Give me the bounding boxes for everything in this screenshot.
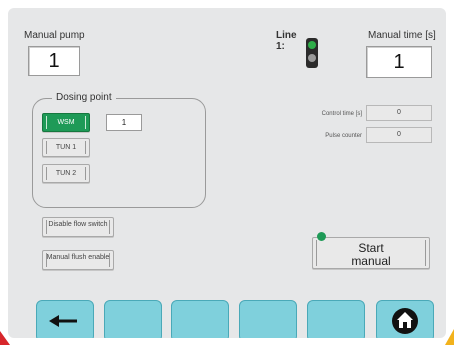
nav-button-3[interactable]: [171, 300, 229, 338]
manual-pump-value[interactable]: 1: [28, 46, 80, 76]
dosing-tun1-button[interactable]: TUN 1: [42, 138, 90, 157]
manual-time-value[interactable]: 1: [366, 46, 432, 78]
corner-yellow-marker: [445, 329, 454, 345]
pulse-counter-value: 0: [366, 127, 432, 143]
nav-button-4[interactable]: [239, 300, 297, 338]
manual-time-label: Manual time [s]: [368, 30, 436, 41]
dosing-point-title: Dosing point: [52, 92, 116, 103]
corner-red-marker: [0, 331, 10, 345]
traffic-light-icon: [306, 38, 318, 68]
control-time-label: Control time [s]: [321, 111, 362, 117]
dosing-tun2-button[interactable]: TUN 2: [42, 164, 90, 183]
home-icon: [392, 308, 418, 334]
back-button[interactable]: [36, 300, 94, 338]
control-time-value: 0: [366, 105, 432, 121]
nav-button-5[interactable]: [307, 300, 365, 338]
home-button[interactable]: [376, 300, 434, 338]
pulse-counter-label: Pulse counter: [325, 133, 362, 139]
status-led-icon: [317, 232, 326, 241]
wsm-value-field[interactable]: 1: [106, 114, 142, 131]
left-arrow-icon: [49, 315, 77, 327]
disable-flow-switch-button[interactable]: Disable flow switch: [42, 217, 114, 237]
start-manual-button[interactable]: Start manual: [312, 237, 430, 269]
manual-flush-enable-button[interactable]: Manual flush enable: [42, 250, 114, 270]
manual-pump-label: Manual pump: [24, 30, 85, 41]
line-label: Line 1:: [276, 30, 297, 52]
main-panel: Manual pump 1 Line 1: Manual time [s] 1 …: [8, 8, 446, 338]
nav-button-2[interactable]: [104, 300, 162, 338]
dosing-wsm-button[interactable]: WSM: [42, 113, 90, 132]
